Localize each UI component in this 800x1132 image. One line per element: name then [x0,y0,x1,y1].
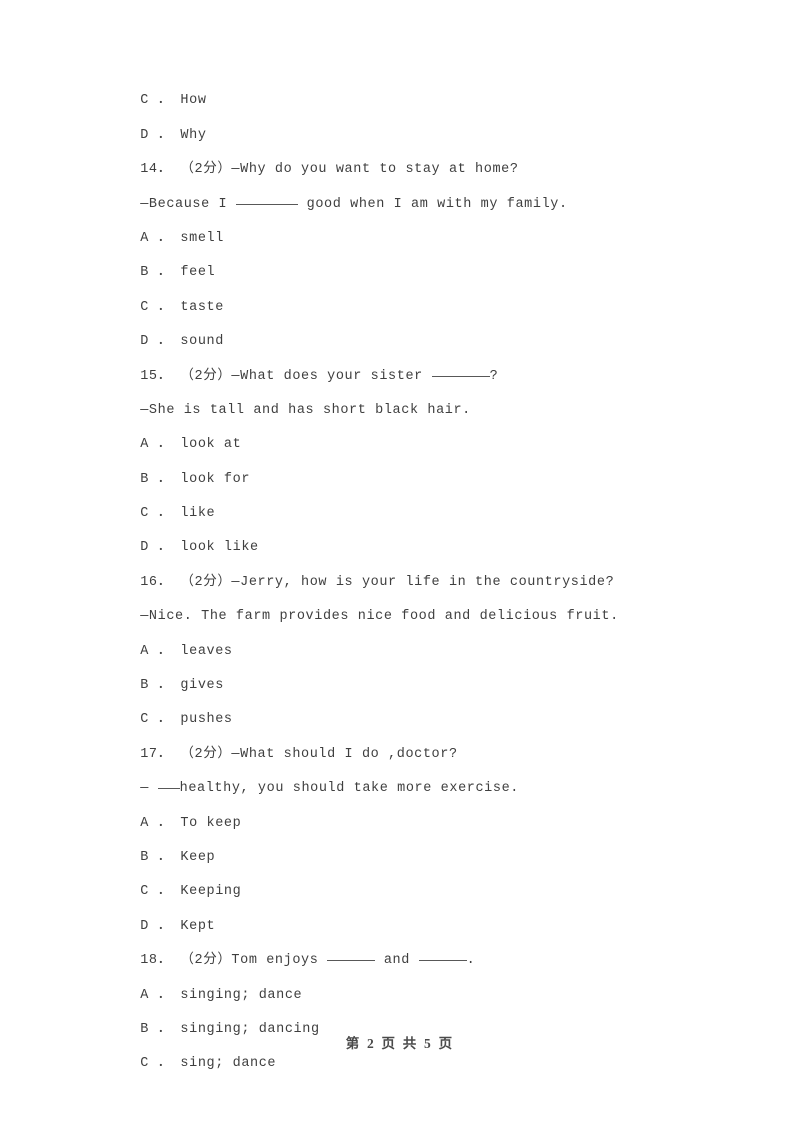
fill-in-blank[interactable] [431,375,490,377]
fill-in-blank-second[interactable] [418,960,467,962]
option-text: A ． singing; dance [140,987,303,1003]
answer-text-before-blank: —Because I [140,196,236,212]
option-text: B ． look for [140,471,251,487]
option-text: B ． feel [140,265,216,281]
page-number-text: 第 2 页 共 5 页 [345,1036,455,1051]
option-text: C ． sing; dance [140,1056,277,1072]
question-text-middle: and [375,953,419,969]
answer-text: —Nice. The farm provides nice food and d… [140,609,619,625]
question-text: 14． （2分）—Why do you want to stay at home… [140,162,519,178]
option-text: D ． Kept [140,918,216,934]
option-text: D ． look like [140,540,259,556]
fill-in-blank[interactable] [327,960,376,962]
question-text-after-blank: ? [489,368,499,384]
fill-in-blank[interactable] [157,788,180,790]
option-text: A ． To keep [140,815,242,831]
question-text-before-blank: 15． （2分）—What does your sister [140,368,432,384]
option-text: A ． leaves [140,643,233,659]
option-item: C ． How [88,50,748,108]
option-text: C ． How [140,93,207,109]
question-text-after-blank: . [466,953,476,969]
question-text-before-blank: 18． （2分）Tom enjoys [140,953,328,969]
answer-text-after-blank: healthy, you should take more exercise. [179,781,519,797]
option-text: C ． taste [140,299,224,315]
option-text: C ． pushes [140,712,233,728]
option-text: A ． look at [140,437,242,453]
option-text: B ． Keep [140,850,216,865]
answer-text-after-blank: good when I am with my family. [297,196,568,212]
question-text: 17． （2分）—What should I do ,doctor? [140,746,458,762]
option-text: D ． sound [140,334,224,350]
option-text: A ． smell [140,230,224,246]
question-list: C ． How D ． Why 14． （2分）—Why do you want… [88,50,748,1071]
option-text: C ． Keeping [140,884,242,900]
option-text: B ． gives [140,678,224,694]
option-text: D ． Why [140,127,207,143]
question-text: 16． （2分）—Jerry, how is your life in the … [140,574,615,590]
answer-text: —She is tall and has short black hair. [140,402,471,418]
document-page: C ． How D ． Why 14． （2分）—Why do you want… [0,0,800,1132]
option-text: C ． like [140,506,216,522]
page-footer: 第 2 页 共 5 页 [0,1032,800,1052]
fill-in-blank[interactable] [235,203,298,205]
answer-text-before-blank: — [140,781,158,797]
